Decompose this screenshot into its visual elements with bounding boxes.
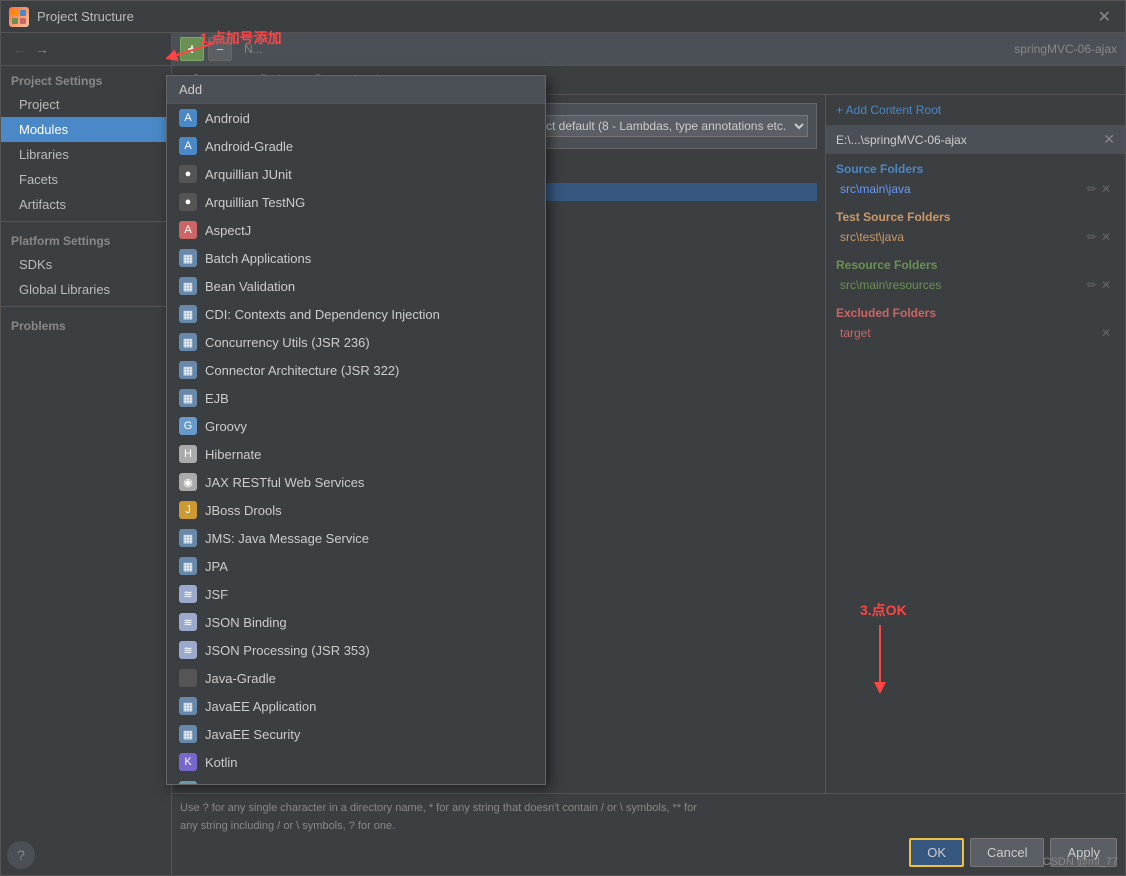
tab-sources[interactable]: Sources [180, 66, 248, 94]
folder-tab-excluded[interactable]: 🚫 Excluded [479, 157, 547, 175]
app-icon [9, 7, 29, 27]
sidebar: ← → Project Settings Project Modules Lib… [1, 33, 172, 875]
sidebar-divider [1, 221, 171, 222]
tab-paths[interactable]: Paths [248, 66, 303, 94]
excluded-folders-section: Excluded Folders target ✕ [826, 302, 1125, 350]
add-content-root-area: + Add Content Root [826, 95, 1125, 125]
folder-tab-resources[interactable]: 📁 Resources [286, 157, 362, 175]
sidebar-item-facets[interactable]: Facets [1, 167, 171, 192]
forward-button[interactable]: → [31, 39, 53, 59]
sidebar-item-artifacts[interactable]: Artifacts [1, 192, 171, 217]
test-source-folder-actions: ✏ ✕ [1087, 230, 1111, 244]
remove-root-button[interactable]: ✕ [1103, 131, 1115, 148]
folder-tab-sources[interactable]: Sources [180, 157, 224, 175]
cancel-button[interactable]: Cancel [970, 838, 1044, 867]
folder-tab-test-resources[interactable]: 📁 Test Resources [370, 157, 471, 175]
excluded-folder-actions: ✕ [1101, 326, 1111, 340]
remove-module-button[interactable]: − [208, 37, 232, 61]
content-roots-panel: + Add Content Root E:\...\springMVC-06-a… [825, 95, 1125, 793]
source-folder-path: src\main\java [840, 182, 911, 196]
resource-folder-entry-0: src\main\resources ✏ ✕ [836, 276, 1115, 294]
source-folder-entry-0: src\main\java ✏ ✕ [836, 180, 1115, 198]
content-root-path: E:\...\springMVC-06-ajax ✕ [826, 125, 1125, 154]
test-source-folders-header: Test Source Folders [836, 210, 1115, 224]
remove-test-source-folder[interactable]: ✕ [1101, 230, 1111, 244]
titlebar: Project Structure ✕ [1, 1, 1125, 33]
sidebar-item-sdks[interactable]: SDKs [1, 252, 171, 277]
test-source-folders-section: Test Source Folders src\test\java ✏ ✕ [826, 206, 1125, 254]
excluded-folder-entry-0: target ✕ [836, 324, 1115, 342]
bottom-note-2: any string including / or \ symbols, ? f… [180, 820, 1117, 832]
excluded-folders-header: Excluded Folders [836, 306, 1115, 320]
bottom-bar: Use ? for any single character in a dire… [172, 793, 1125, 875]
edit-resource-folder[interactable]: ✏ [1087, 278, 1097, 292]
ok-button[interactable]: OK [909, 838, 964, 867]
edit-test-source-folder[interactable]: ✏ [1087, 230, 1097, 244]
main-panel: + − N... springMVC-06-ajax Sources Paths… [172, 33, 1125, 875]
resource-folder-path: src\main\resources [840, 278, 941, 292]
resource-folder-actions: ✏ ✕ [1087, 278, 1111, 292]
source-folder-actions: ✏ ✕ [1087, 182, 1111, 196]
problems-header: Problems [1, 311, 171, 337]
sidebar-item-project[interactable]: Project [1, 92, 171, 117]
sources-content: This module's sources and classpath are … [172, 95, 1125, 793]
source-folders-section: Source Folders src\main\java ✏ ✕ [826, 158, 1125, 206]
module-tabs: Sources Paths Dependencies [172, 66, 1125, 95]
bottom-note-1: Use ? for any single character in a dire… [180, 802, 1117, 814]
add-module-button[interactable]: + [180, 37, 204, 61]
window-title: Project Structure [37, 9, 1092, 24]
folder-type-tabs: Sources 🧪 Tests 📁 Resources 📁 Test Resou… [180, 157, 817, 175]
sources-left-panel: This module's sources and classpath are … [172, 95, 825, 793]
sidebar-divider-2 [1, 306, 171, 307]
language-level-dropdown[interactable]: Project default (8 - Lambdas, type annot… [509, 115, 808, 137]
folder-tree: 📁 E:\...\springMVC-06-ajax [180, 183, 817, 201]
module-toolbar: + − N... springMVC-06-ajax [172, 33, 1125, 66]
back-button[interactable]: ← [9, 39, 31, 59]
source-folders-header: Source Folders [836, 162, 1115, 176]
sidebar-item-modules[interactable]: Modules [1, 117, 171, 142]
sidebar-item-libraries[interactable]: Libraries [1, 142, 171, 167]
resource-folders-section: Resource Folders src\main\resources ✏ ✕ [826, 254, 1125, 302]
bottom-actions: OK Cancel Apply [180, 838, 1117, 867]
navigation-bar: ← → [1, 33, 171, 66]
excluded-folder-path: target [840, 326, 871, 340]
module-name-display: springMVC-06-ajax [1014, 42, 1117, 56]
resource-folders-header: Resource Folders [836, 258, 1115, 272]
project-structure-window: Project Structure ✕ ← → Project Settings… [0, 0, 1126, 876]
remove-resource-folder[interactable]: ✕ [1101, 278, 1111, 292]
close-button[interactable]: ✕ [1092, 5, 1117, 29]
project-settings-header: Project Settings [1, 66, 171, 92]
folder-tree-item[interactable]: 📁 E:\...\springMVC-06-ajax [180, 183, 817, 201]
edit-source-folder[interactable]: ✏ [1087, 182, 1097, 196]
folder-tab-tests[interactable]: 🧪 Tests [232, 157, 278, 175]
annotation-info: This module's sources and classpath are … [180, 103, 817, 149]
platform-settings-header: Platform Settings [1, 226, 171, 252]
apply-button[interactable]: Apply [1050, 838, 1117, 867]
test-source-folder-entry-0: src\test\java ✏ ✕ [836, 228, 1115, 246]
tab-dependencies[interactable]: Dependencies [303, 66, 404, 94]
sidebar-item-global-libraries[interactable]: Global Libraries [1, 277, 171, 302]
help-button[interactable]: ? [7, 841, 35, 869]
add-content-root-button[interactable]: + Add Content Root [836, 103, 941, 117]
test-source-folder-path: src\test\java [840, 230, 904, 244]
module-name-label: N... [244, 42, 263, 56]
remove-excluded-folder[interactable]: ✕ [1101, 326, 1111, 340]
remove-source-folder[interactable]: ✕ [1101, 182, 1111, 196]
